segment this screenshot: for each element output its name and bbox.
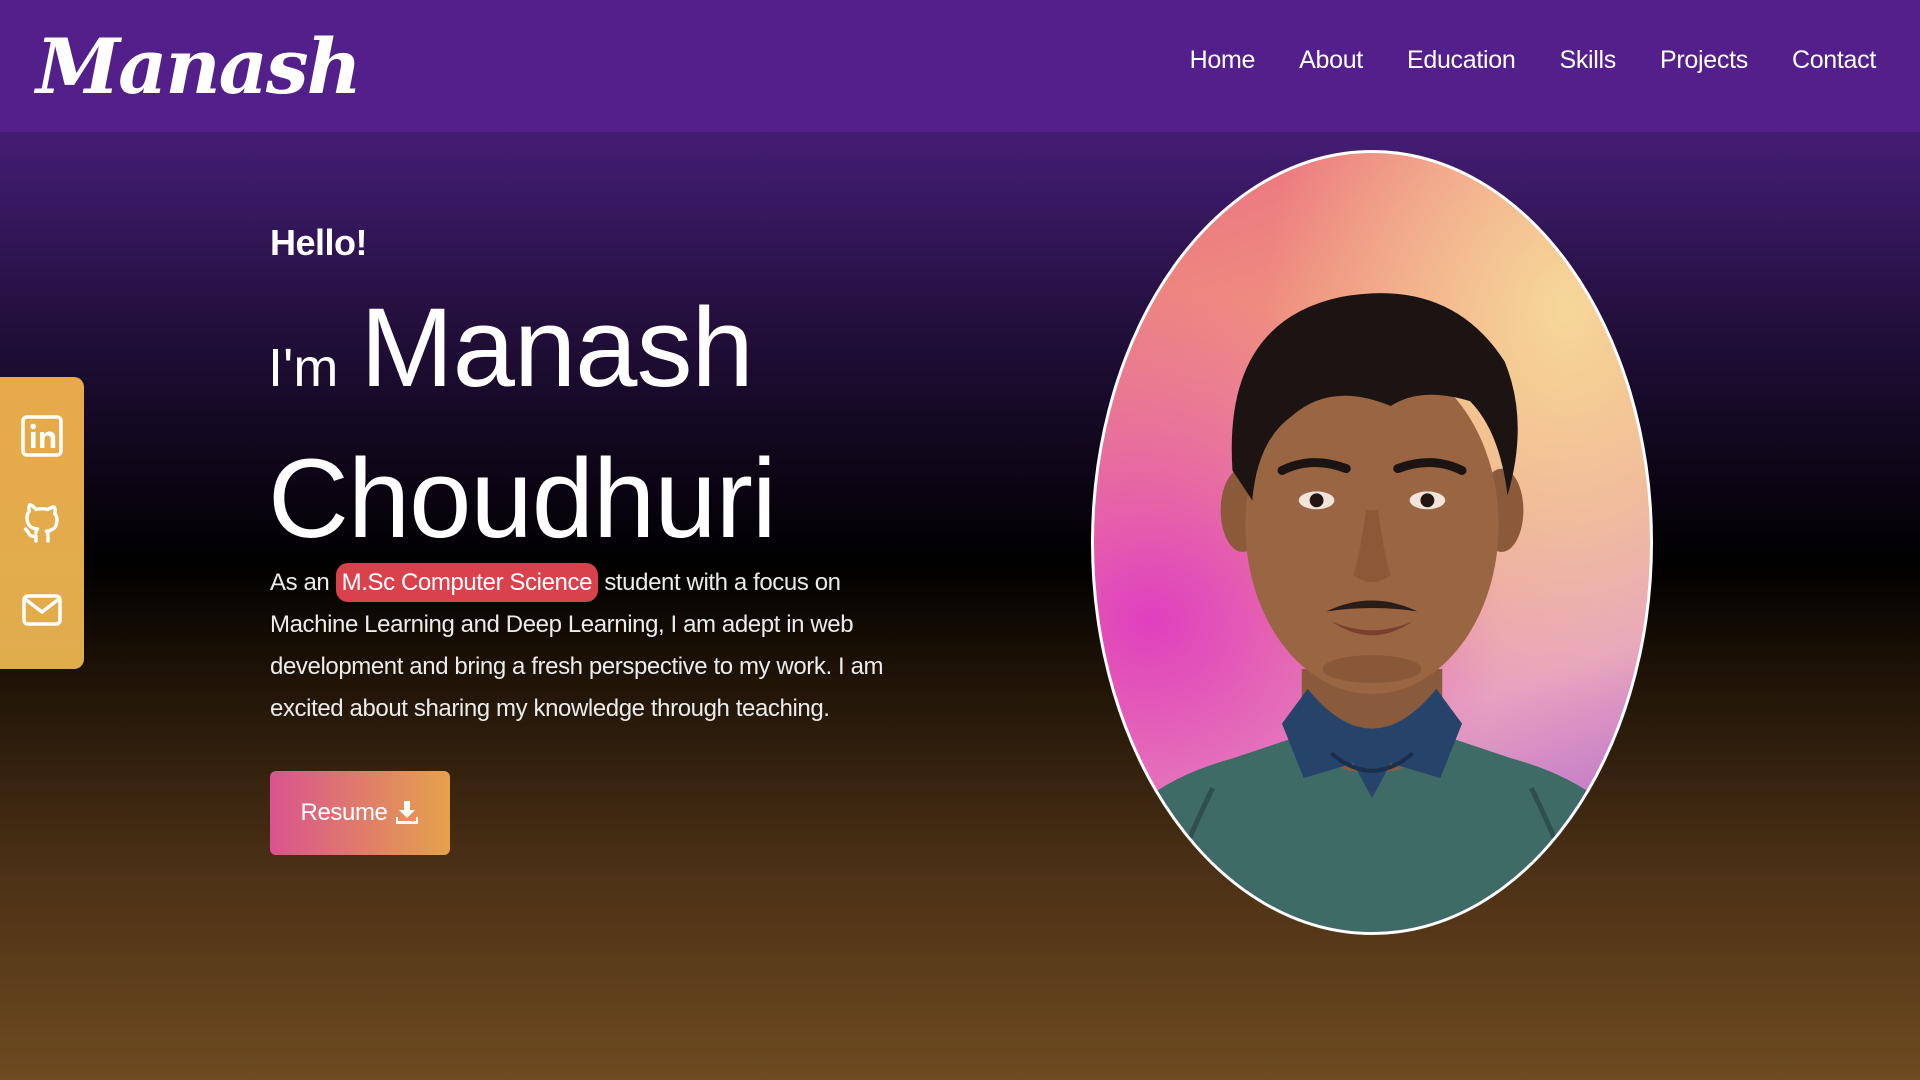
nav-skills[interactable]: Skills: [1559, 46, 1616, 75]
profile-photo: [1091, 150, 1653, 935]
nav-links: Home About Education Skills Projects Con…: [1190, 46, 1877, 75]
person-illustration: [1094, 293, 1650, 932]
linkedin-icon: [21, 415, 63, 458]
greeting: Hello!: [270, 222, 368, 263]
resume-button[interactable]: Resume: [270, 771, 450, 855]
logo[interactable]: Manash: [36, 22, 362, 111]
nav-projects[interactable]: Projects: [1660, 46, 1748, 75]
github-icon: [23, 503, 59, 543]
hero-description: As an M.Sc Computer Science student with…: [270, 562, 910, 730]
mail-icon: [22, 593, 62, 626]
nav-home[interactable]: Home: [1190, 46, 1256, 75]
github-link[interactable]: [20, 501, 64, 545]
hero-name: I'm Manash Choudhuri: [268, 286, 988, 588]
navbar: Manash Home About Education Skills Proje…: [0, 0, 1920, 132]
mail-link[interactable]: [20, 588, 64, 632]
nav-about[interactable]: About: [1299, 46, 1363, 75]
nav-education[interactable]: Education: [1407, 46, 1516, 75]
im-text: I'm: [268, 338, 339, 398]
resume-label: Resume: [300, 799, 388, 826]
nav-contact[interactable]: Contact: [1792, 46, 1876, 75]
degree-highlight: M.Sc Computer Science: [335, 563, 599, 602]
description-prefix: As an: [270, 569, 330, 596]
social-sidebar: [0, 377, 84, 669]
linkedin-link[interactable]: [20, 414, 64, 458]
download-icon: [396, 801, 419, 824]
first-name: Manash: [360, 285, 753, 410]
last-name: Choudhuri: [268, 436, 777, 561]
